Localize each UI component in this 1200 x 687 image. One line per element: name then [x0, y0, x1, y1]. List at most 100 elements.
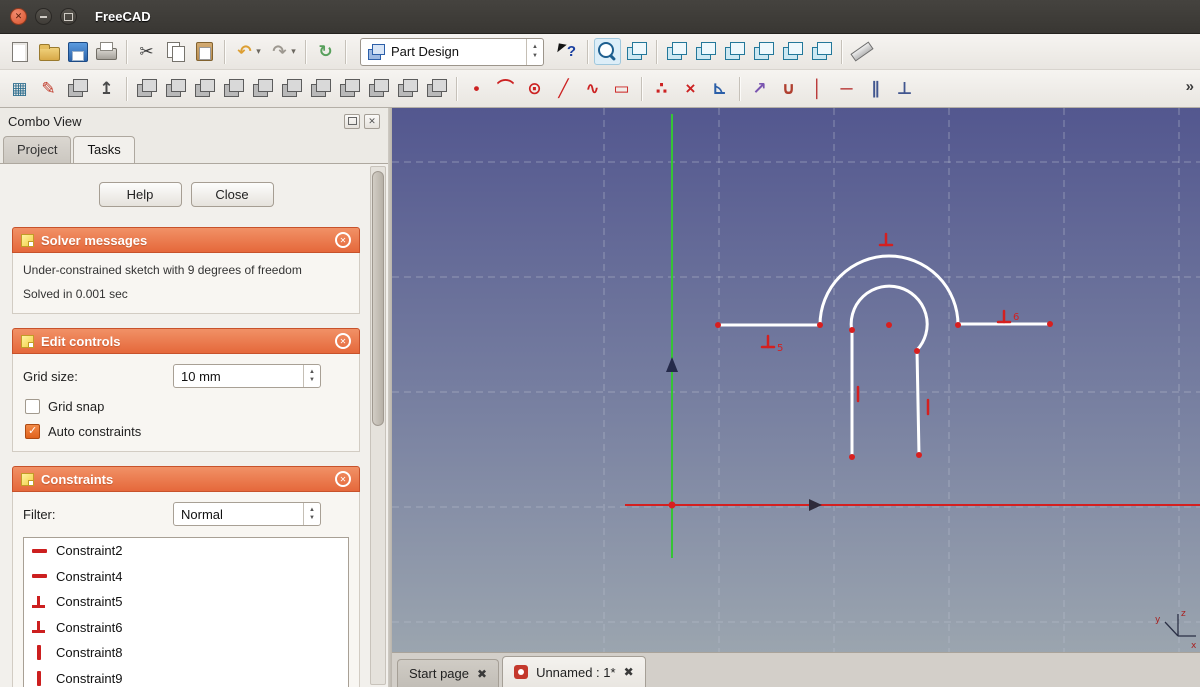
boolean-icon[interactable]	[307, 75, 334, 102]
note-icon	[21, 334, 34, 348]
constraint-item[interactable]: Constraint4	[24, 564, 348, 590]
constraint-item[interactable]: Constraint8	[24, 640, 348, 666]
paste-icon[interactable]	[191, 38, 218, 65]
constraint-coincident-icon[interactable]: ∴	[648, 75, 675, 102]
workbench-spinner-icon[interactable]	[526, 38, 543, 65]
view-sketch-icon[interactable]	[64, 75, 91, 102]
close-tab-icon[interactable]: ✖	[624, 666, 634, 678]
fit-all-icon[interactable]	[594, 38, 621, 65]
sketch-inner-arc[interactable]	[849, 284, 929, 352]
auto-constraints-checkbox[interactable]	[25, 424, 40, 439]
3d-viewport[interactable]: 5 6 z y x	[392, 108, 1200, 652]
tab-unnamed-document[interactable]: Unnamed : 1* ✖	[502, 656, 646, 687]
spinner-arrows-icon[interactable]	[303, 365, 320, 387]
front-view-icon[interactable]	[663, 38, 690, 65]
sketch-right-vertical-line[interactable]	[915, 348, 921, 457]
fillet-icon[interactable]	[336, 75, 363, 102]
bottom-view-icon[interactable]	[779, 38, 806, 65]
create-fillet-icon[interactable]: ⊾	[706, 75, 733, 102]
save-icon[interactable]	[64, 38, 91, 65]
new-document-icon[interactable]	[6, 38, 33, 65]
create-slot-icon[interactable]: ∪	[775, 75, 802, 102]
constraint-filter-dropdown[interactable]: Normal	[173, 502, 321, 526]
window-close-button[interactable]	[10, 8, 27, 25]
pad-icon[interactable]	[133, 75, 160, 102]
create-point-icon[interactable]: •	[463, 75, 490, 102]
external-geometry-icon[interactable]: ↗	[746, 75, 773, 102]
sketch-outer-arc[interactable]	[818, 254, 960, 327]
whats-this-icon[interactable]: ?	[554, 38, 581, 65]
constraints-section: Constraints Filter: Normal Constraint2Co…	[12, 466, 360, 687]
edit-controls-header[interactable]: Edit controls	[12, 328, 360, 354]
sketch-canvas[interactable]: 5 6 z y x	[392, 108, 1200, 652]
redo-menu-caret[interactable]	[288, 38, 299, 65]
spinner-arrows-icon[interactable]	[303, 503, 320, 525]
create-rectangle-icon[interactable]: ▭	[608, 75, 635, 102]
help-button[interactable]: Help	[98, 182, 182, 207]
edit-sketch-icon[interactable]: ✎	[35, 75, 62, 102]
create-line-icon[interactable]: ╱	[550, 75, 577, 102]
print-icon[interactable]	[93, 38, 120, 65]
left-view-icon[interactable]	[808, 38, 835, 65]
grid-size-spinbox[interactable]: 10 mm	[173, 364, 321, 388]
create-polyline-icon[interactable]: ∿	[579, 75, 606, 102]
collapse-section-icon[interactable]	[335, 471, 351, 487]
grid-snap-checkbox[interactable]	[25, 399, 40, 414]
constraints-header[interactable]: Constraints	[12, 466, 360, 492]
map-sketch-icon[interactable]: ↥	[93, 75, 120, 102]
tab-project[interactable]: Project	[3, 136, 72, 163]
collapse-section-icon[interactable]	[335, 333, 351, 349]
collapse-section-icon[interactable]	[335, 232, 351, 248]
create-arc-icon[interactable]: ⌒	[492, 75, 519, 102]
tasks-scrollbar[interactable]	[370, 166, 386, 685]
axonometric-view-icon[interactable]	[623, 38, 650, 65]
top-view-icon[interactable]	[692, 38, 719, 65]
toolbar-overflow-icon[interactable]: »	[1186, 78, 1194, 95]
groove-icon[interactable]	[220, 75, 247, 102]
workbench-selector[interactable]: Part Design	[360, 37, 544, 66]
close-tab-icon[interactable]: ✖	[477, 668, 487, 680]
panel-float-icon[interactable]	[344, 113, 360, 129]
close-button[interactable]: Close	[190, 182, 274, 207]
undo-menu-caret[interactable]	[253, 38, 264, 65]
constraint-item[interactable]: Constraint9	[24, 666, 348, 687]
constraint-item[interactable]: Constraint6	[24, 615, 348, 641]
panel-close-icon[interactable]	[364, 113, 380, 129]
trim-edge-icon[interactable]: ×	[677, 75, 704, 102]
additive-pipe-icon[interactable]	[278, 75, 305, 102]
measure-distance-icon[interactable]	[848, 38, 875, 65]
solver-messages-header[interactable]: Solver messages	[12, 227, 360, 253]
copy-icon[interactable]	[162, 38, 189, 65]
constraint-horizontal-icon	[31, 568, 47, 584]
constraint-badge-5: 5	[777, 343, 783, 354]
additive-loft-icon[interactable]	[249, 75, 276, 102]
constraint-label: Constraint4	[56, 568, 123, 584]
chamfer-icon[interactable]	[365, 75, 392, 102]
grid-lines	[392, 108, 1200, 652]
new-sketch-icon[interactable]: ▦	[6, 75, 33, 102]
toolbar-row1-group-a: ✂↶↷↻	[6, 38, 350, 65]
constraint-item[interactable]: Constraint2	[24, 538, 348, 564]
refresh-icon[interactable]: ↻	[312, 38, 339, 65]
sketch-points[interactable]	[668, 321, 1054, 509]
constraint-perpendicular-icon[interactable]: ⊥	[891, 75, 918, 102]
tasks-scrollbar-thumb[interactable]	[372, 171, 384, 426]
constraint-horizontal-icon[interactable]: ─	[833, 75, 860, 102]
cut-icon[interactable]: ✂	[133, 38, 160, 65]
pocket-icon[interactable]	[162, 75, 189, 102]
create-circle-icon[interactable]: ⊙	[521, 75, 548, 102]
open-document-icon[interactable]	[35, 38, 62, 65]
constraint-item[interactable]: Constraint5	[24, 589, 348, 615]
solver-dof-message: Under-constrained sketch with 9 degrees …	[23, 263, 302, 277]
window-minimize-button[interactable]	[35, 8, 52, 25]
constraint-vertical-icon[interactable]: │	[804, 75, 831, 102]
thickness-icon[interactable]	[423, 75, 450, 102]
window-maximize-button[interactable]	[60, 8, 77, 25]
right-view-icon[interactable]	[721, 38, 748, 65]
rear-view-icon[interactable]	[750, 38, 777, 65]
constraint-parallel-icon[interactable]: ∥	[862, 75, 889, 102]
tab-tasks[interactable]: Tasks	[73, 136, 135, 163]
revolution-icon[interactable]	[191, 75, 218, 102]
tab-start-page[interactable]: Start page ✖	[397, 659, 500, 687]
draft-icon[interactable]	[394, 75, 421, 102]
